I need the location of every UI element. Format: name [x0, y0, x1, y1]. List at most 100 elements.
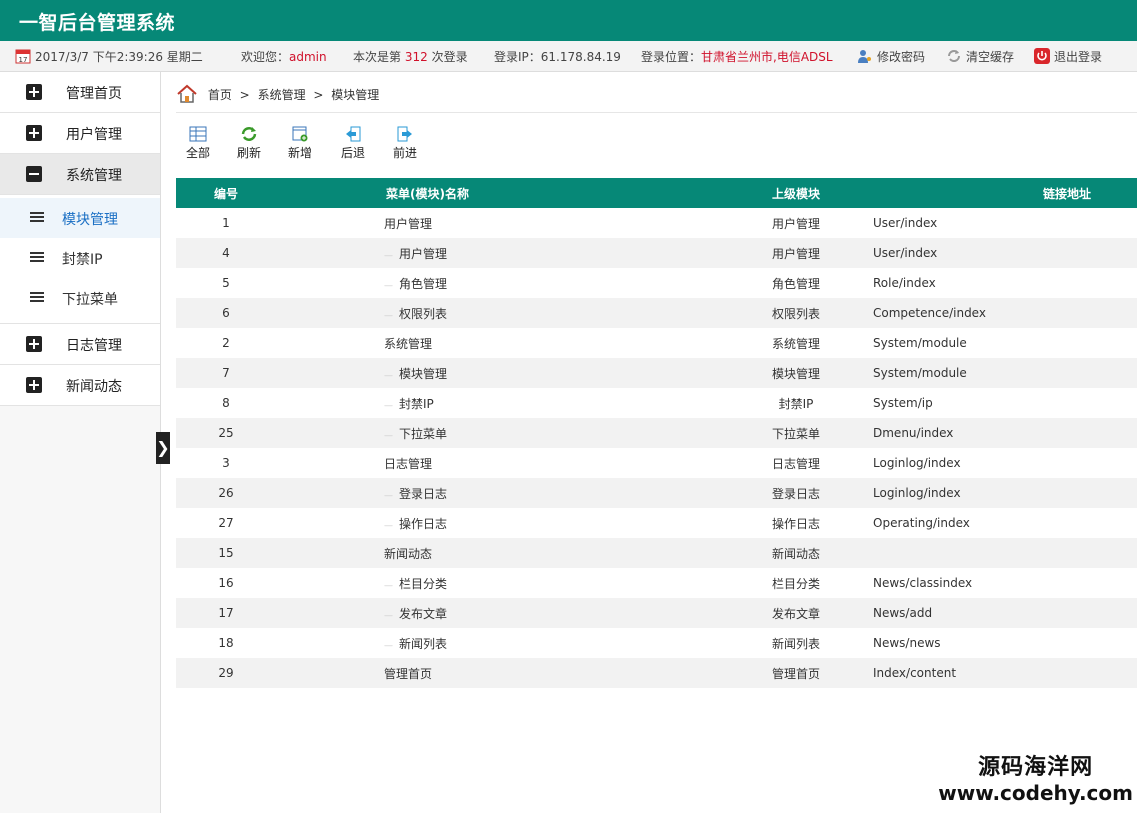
cell-name-text: 栏目分类: [399, 576, 448, 591]
list-icon: [30, 252, 44, 263]
table-row[interactable]: 18 — 新闻列表 新闻列表 News/news: [176, 628, 1137, 658]
cell-parent: 管理首页: [726, 658, 866, 688]
plus-icon: [26, 377, 42, 393]
table-row[interactable]: 1 用户管理 用户管理 User/index: [176, 208, 1137, 238]
cell-link: News/add: [866, 598, 1137, 628]
table-row[interactable]: 4— 用户管理 用户管理 User/index: [176, 238, 1137, 268]
table-row[interactable]: 25— 下拉菜单 下拉菜单 Dmenu/index: [176, 418, 1137, 448]
column-header-parent[interactable]: 上级模块: [726, 178, 866, 208]
login-ip: 登录IP：61.178.84.19: [494, 50, 621, 64]
plus-icon: [26, 84, 42, 100]
table-row[interactable]: 15 新闻动态 新闻动态: [176, 538, 1137, 568]
cell-link: User/index: [873, 216, 938, 230]
sidebar-item-module-manage[interactable]: 模块管理: [0, 198, 160, 238]
sidebar-item-ban-ip[interactable]: 封禁IP: [0, 238, 160, 278]
cell-link: Role/index: [873, 276, 936, 290]
forward-arrow-icon: [397, 126, 412, 142]
cell-name-text: 日志管理: [384, 456, 433, 471]
cell-id: 17: [176, 598, 276, 628]
change-password-link[interactable]: 修改密码: [857, 48, 925, 65]
forward-label: 前进: [392, 146, 417, 160]
tree-indent-line: —: [384, 400, 393, 411]
location-label: 登录位置：: [641, 50, 702, 64]
tree-indent-line: —: [384, 520, 393, 531]
column-header-id[interactable]: 编号: [176, 178, 276, 208]
tree-indent-line: —: [384, 640, 393, 651]
add-button[interactable]: 新增: [278, 124, 322, 161]
cell-link: Operating/index: [873, 516, 970, 530]
sidebar-group-logs[interactable]: 日志管理: [0, 324, 160, 365]
sidebar-group-system[interactable]: 系统管理: [0, 154, 160, 195]
logout-link[interactable]: 退出登录: [1034, 48, 1102, 65]
cell-name-text: 新闻列表: [399, 636, 448, 651]
cell-name-text: 用户管理: [384, 216, 433, 231]
show-all-button[interactable]: 全部: [176, 124, 220, 161]
tree-indent-line: —: [384, 370, 393, 381]
sidebar-group-label: 用户管理: [66, 127, 122, 143]
table-row[interactable]: 17— 发布文章 发布文章 News/add: [176, 598, 1137, 628]
sidebar-item-dropdown-menu[interactable]: 下拉菜单: [0, 278, 160, 318]
sidebar-toggle-button[interactable]: ❯: [156, 432, 170, 464]
cell-name-text: 新闻动态: [384, 546, 433, 561]
table-row[interactable]: 3 日志管理 日志管理 Loginlog/index: [176, 448, 1137, 478]
forward-button[interactable]: 前进: [383, 124, 427, 161]
back-button[interactable]: 后退: [331, 124, 375, 161]
sidebar-group-home[interactable]: 管理首页: [0, 72, 160, 113]
tree-indent-line: —: [384, 250, 393, 261]
column-header-link[interactable]: 链接地址: [866, 178, 1137, 208]
cell-link: Dmenu/index: [866, 418, 1137, 448]
cell-link: News/classindex: [873, 576, 973, 590]
cell-parent: 角色管理: [771, 276, 820, 291]
cell-parent: 操作日志: [771, 516, 820, 531]
sidebar-group-label: 管理首页: [66, 86, 122, 102]
username: admin: [289, 50, 327, 64]
table-row[interactable]: 5 — 角色管理 角色管理 Role/index: [176, 268, 1137, 298]
cell-id: 6: [176, 298, 276, 328]
watermark-line2: www.codehy.com: [938, 781, 1133, 805]
list-icon: [30, 292, 44, 303]
breadcrumb-home[interactable]: 首页: [208, 86, 232, 103]
login-count-value: 312: [404, 50, 428, 64]
plus-icon: [26, 125, 42, 141]
cell-link: System/module: [866, 358, 1137, 388]
cell-link: System/ip: [873, 396, 933, 410]
table-row[interactable]: 7— 模块管理 模块管理 System/module: [176, 358, 1137, 388]
module-table: 编号 菜单(模块)名称 上级模块 链接地址 1 用户管理 用户管理 User/inde…: [176, 178, 1137, 688]
cell-parent: 用户管理: [771, 216, 820, 231]
home-icon[interactable]: [176, 84, 198, 104]
sidebar: 管理首页 用户管理 系统管理 模块管理 封禁IP 下拉菜单 日志管理 新闻动态: [0, 72, 161, 813]
cell-parent: 下拉菜单: [726, 418, 866, 448]
cell-id: 26: [176, 478, 276, 508]
table-row[interactable]: 27 — 操作日志 操作日志 Operating/index: [176, 508, 1137, 538]
cell-name: 管理首页: [276, 658, 726, 688]
cell-id: 2: [222, 336, 230, 350]
table-row[interactable]: 29 管理首页 管理首页 Index/content: [176, 658, 1137, 688]
clear-cache-link[interactable]: 清空缓存: [946, 48, 1014, 65]
cell-parent: 权限列表: [726, 298, 866, 328]
cell-name-text: 用户管理: [399, 246, 448, 261]
breadcrumb-current: 模块管理: [331, 88, 380, 102]
table-row[interactable]: 2 系统管理 系统管理 System/module: [176, 328, 1137, 358]
table-row[interactable]: 26— 登录日志 登录日志 Loginlog/index: [176, 478, 1137, 508]
table-row[interactable]: 6— 权限列表 权限列表 Competence/index: [176, 298, 1137, 328]
breadcrumb-level1[interactable]: 系统管理: [258, 86, 306, 103]
login-location: 登录位置：甘肃省兰州市,电信ADSL: [641, 48, 833, 65]
cell-link: News/news: [873, 636, 941, 650]
sidebar-group-users[interactable]: 用户管理: [0, 113, 160, 154]
refresh-cache-icon: [948, 50, 960, 62]
sidebar-group-label: 新闻动态: [66, 379, 122, 395]
cell-id: 5: [222, 276, 230, 290]
sidebar-group-news[interactable]: 新闻动态: [0, 365, 160, 406]
cell-name-text: 模块管理: [399, 366, 448, 381]
calendar-icon: 17: [15, 49, 31, 64]
show-all-label: 全部: [185, 146, 210, 160]
watermark: 源码海洋网 www.codehy.com: [938, 749, 1133, 805]
cell-parent: 登录日志: [726, 478, 866, 508]
refresh-button[interactable]: 刷新: [227, 124, 271, 161]
cell-name: — 栏目分类: [276, 568, 726, 598]
table-row[interactable]: 8 — 封禁IP 封禁IP System/ip: [176, 388, 1137, 418]
sidebar-item-label: 封禁IP: [62, 252, 103, 268]
table-row[interactable]: 16 — 栏目分类 栏目分类 News/classindex: [176, 568, 1137, 598]
welcome: 欢迎您：admin: [241, 48, 327, 65]
column-header-name[interactable]: 菜单(模块)名称: [276, 178, 726, 208]
